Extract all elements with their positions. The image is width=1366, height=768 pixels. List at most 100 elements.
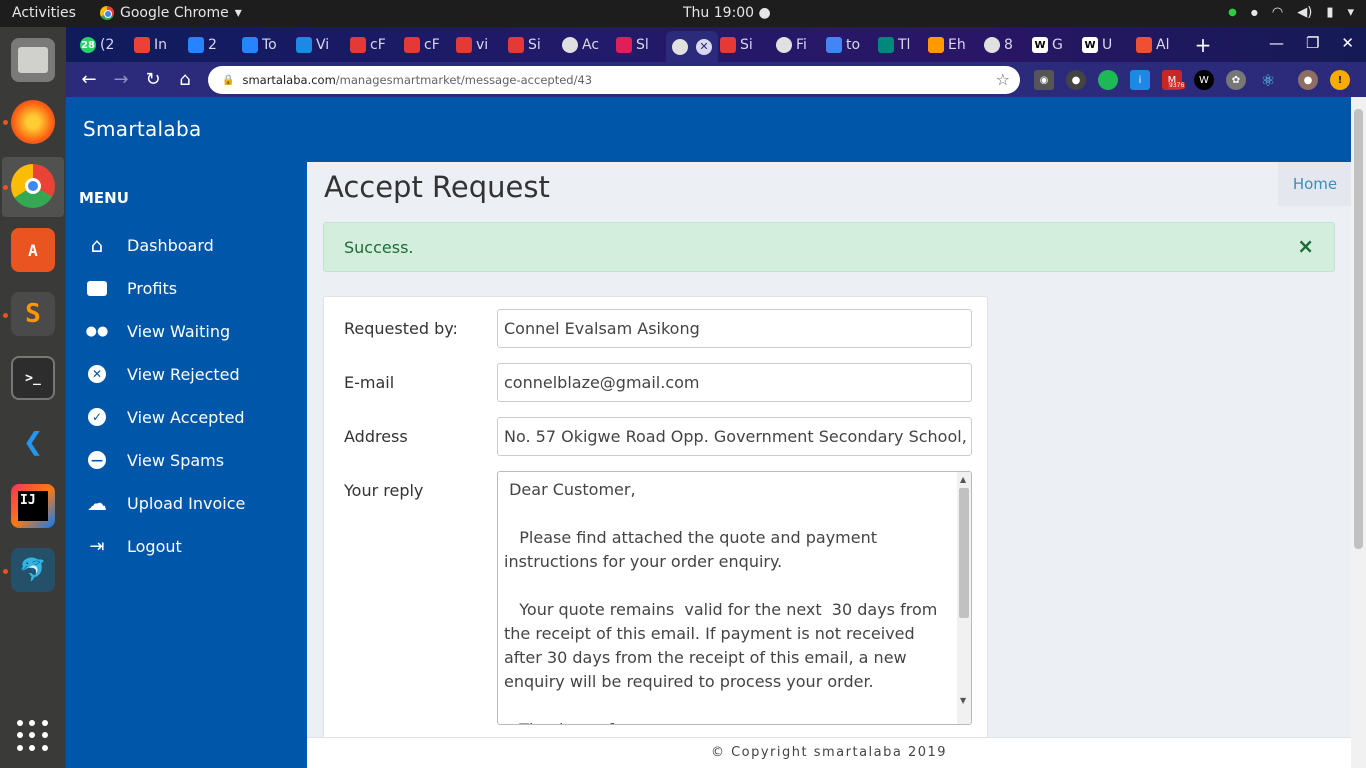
w-extension-icon[interactable]: W	[1194, 70, 1214, 90]
bookmark-star-icon[interactable]: ☆	[996, 70, 1010, 89]
forward-icon[interactable]: →	[110, 68, 132, 90]
new-tab-button[interactable]: +	[1192, 33, 1214, 57]
running-indicator	[3, 569, 8, 574]
tab-close-icon[interactable]: ✕	[696, 38, 712, 55]
email-field[interactable]: connelblaze@gmail.com	[497, 363, 972, 402]
tab-15[interactable]: Tl	[878, 33, 910, 57]
extensions-bar: ◉ ● i M 9376 W ✿ ⚛ ● !	[1034, 70, 1350, 90]
intellij-icon[interactable]: IJ	[11, 484, 55, 528]
tab-16[interactable]: Eh	[928, 33, 966, 57]
tab-label: 8	[1004, 37, 1013, 53]
sidebar-item-view-rejected[interactable]: ✕ View Rejected	[66, 354, 307, 394]
owl-extension-icon[interactable]: ●	[1066, 70, 1086, 90]
sidebar-item-profits[interactable]: Profits	[66, 268, 307, 308]
gmail-checker-icon[interactable]: M 9376	[1162, 70, 1186, 90]
tab-12[interactable]: Si	[720, 33, 753, 57]
reload-icon[interactable]: ↻	[142, 68, 164, 90]
sublime-text-icon[interactable]: S	[11, 292, 55, 336]
vscode-icon[interactable]: ❮	[11, 420, 55, 464]
mail-count-badge: 9376	[1168, 82, 1186, 89]
alert-close-icon[interactable]: ×	[1297, 234, 1314, 258]
wifi-icon: ◠	[1271, 5, 1284, 20]
home-icon: ⌂	[90, 233, 104, 257]
update-alert-icon[interactable]: !	[1330, 70, 1350, 90]
tab-9[interactable]: Ac	[562, 33, 599, 57]
sidebar-item-label: Dashboard	[127, 235, 214, 255]
tab-7[interactable]: vi	[456, 33, 488, 57]
tab-8[interactable]: Si	[508, 33, 541, 57]
back-icon[interactable]: ←	[78, 68, 100, 90]
home-icon[interactable]: ⌂	[174, 68, 196, 90]
tab-19[interactable]: WU	[1082, 33, 1112, 57]
menu-title: MENU	[79, 189, 129, 207]
sidebar-item-view-accepted[interactable]: ✓ View Accepted	[66, 397, 307, 437]
tab-3[interactable]: To	[242, 33, 277, 57]
tab-11[interactable]: ✕	[666, 31, 718, 62]
bi-icon	[878, 37, 894, 53]
page-scroll-thumb[interactable]	[1354, 109, 1363, 549]
system-tray[interactable]: ● ● ◠ ◀) ▮ ▾	[1228, 5, 1354, 20]
tab-6[interactable]: cF	[404, 33, 440, 57]
globe-icon	[984, 37, 1000, 53]
sidebar-item-label: Upload Invoice	[127, 493, 246, 513]
sidebar-item-label: View Waiting	[127, 321, 231, 341]
react-devtools-icon[interactable]: ⚛	[1258, 70, 1278, 90]
app-menu[interactable]: Google Chrome ▾	[100, 5, 242, 21]
sidebar-item-dashboard[interactable]: ⌂ Dashboard	[66, 225, 307, 265]
times-circle-icon: ✕	[86, 363, 108, 385]
bi-icon	[296, 37, 312, 53]
tab-17[interactable]: 8	[984, 33, 1013, 57]
clock[interactable]: Thu 19:00 ●	[683, 5, 771, 21]
firefox-app-icon[interactable]	[11, 100, 55, 144]
profile-avatar[interactable]: ●	[1298, 70, 1318, 90]
sidebar-item-logout[interactable]: ⇥ Logout	[66, 526, 307, 566]
tab-5[interactable]: cF	[350, 33, 386, 57]
sidebar-item-view-waiting[interactable]: ●● View Waiting	[66, 311, 307, 351]
reply-scroll-thumb[interactable]	[959, 488, 969, 618]
scroll-down-icon[interactable]: ▼	[960, 696, 966, 705]
address-bar[interactable]: 🔒 smartalaba.com/managesmartmarket/messa…	[208, 66, 1020, 94]
camera-extension-icon[interactable]: ◉	[1034, 70, 1054, 90]
film-extension-icon[interactable]: ✿	[1226, 70, 1246, 90]
activities-button[interactable]: Activities	[12, 5, 76, 21]
mysql-workbench-icon[interactable]: 🐬	[11, 548, 55, 592]
power-menu-icon: ▾	[1347, 5, 1354, 20]
page-scrollbar[interactable]	[1351, 97, 1366, 768]
files-app-icon[interactable]	[11, 38, 55, 82]
tab-label: Al	[1156, 37, 1170, 53]
terminal-icon[interactable]: >_	[11, 356, 55, 400]
maximize-icon[interactable]: ❐	[1306, 34, 1319, 52]
reply-scrollbar[interactable]: ▲ ▼	[957, 472, 971, 724]
tab-14[interactable]: to	[826, 33, 860, 57]
tab-0[interactable]: 28 (2	[80, 33, 114, 57]
site-brand[interactable]: Smartalaba	[83, 117, 202, 141]
tab-label: Ac	[582, 37, 600, 53]
info-extension-icon[interactable]: i	[1130, 70, 1150, 90]
software-center-icon[interactable]: A	[11, 228, 55, 272]
tab-strip: 28 (2 In 2 To Vi cF cF vi Si Ac Sl ✕ Si Fi to Tl Eh 8 W G W U A…	[66, 27, 1366, 62]
tab-13[interactable]: Fi	[776, 33, 807, 57]
close-window-icon[interactable]: ✕	[1341, 34, 1354, 52]
sidebar-item-upload-invoice[interactable]: ☁ Upload Invoice	[66, 483, 307, 523]
show-applications-icon[interactable]	[17, 720, 49, 752]
minimize-icon[interactable]: —	[1269, 34, 1284, 52]
address-field[interactable]: No. 57 Okigwe Road Opp. Government Secon…	[497, 417, 972, 456]
tab-10[interactable]: Sl	[616, 33, 649, 57]
green-extension-icon[interactable]	[1098, 70, 1118, 90]
check-circle-icon: ✓	[86, 406, 108, 428]
tab-18[interactable]: WG	[1032, 33, 1063, 57]
tab-2[interactable]: 2	[188, 33, 217, 57]
tab-label: (2	[100, 37, 115, 53]
globe-icon	[672, 38, 688, 55]
requested-by-field[interactable]: Connel Evalsam Asikong	[497, 309, 972, 348]
browser-toolbar: ← → ↻ ⌂ 🔒 smartalaba.com/managesmartmark…	[66, 62, 1366, 97]
url-domain: smartalaba.com	[242, 73, 336, 87]
tab-4[interactable]: Vi	[296, 33, 329, 57]
reply-textarea[interactable]: Dear Customer, Please find attached the …	[497, 471, 972, 725]
breadcrumb-home[interactable]: Home	[1278, 162, 1352, 206]
sidebar-item-view-spams[interactable]: — View Spams	[66, 440, 307, 480]
tab-20[interactable]: Al	[1136, 33, 1169, 57]
tab-1[interactable]: In	[134, 33, 167, 57]
chrome-app-icon[interactable]	[11, 164, 55, 208]
scroll-up-icon[interactable]: ▲	[960, 475, 966, 484]
